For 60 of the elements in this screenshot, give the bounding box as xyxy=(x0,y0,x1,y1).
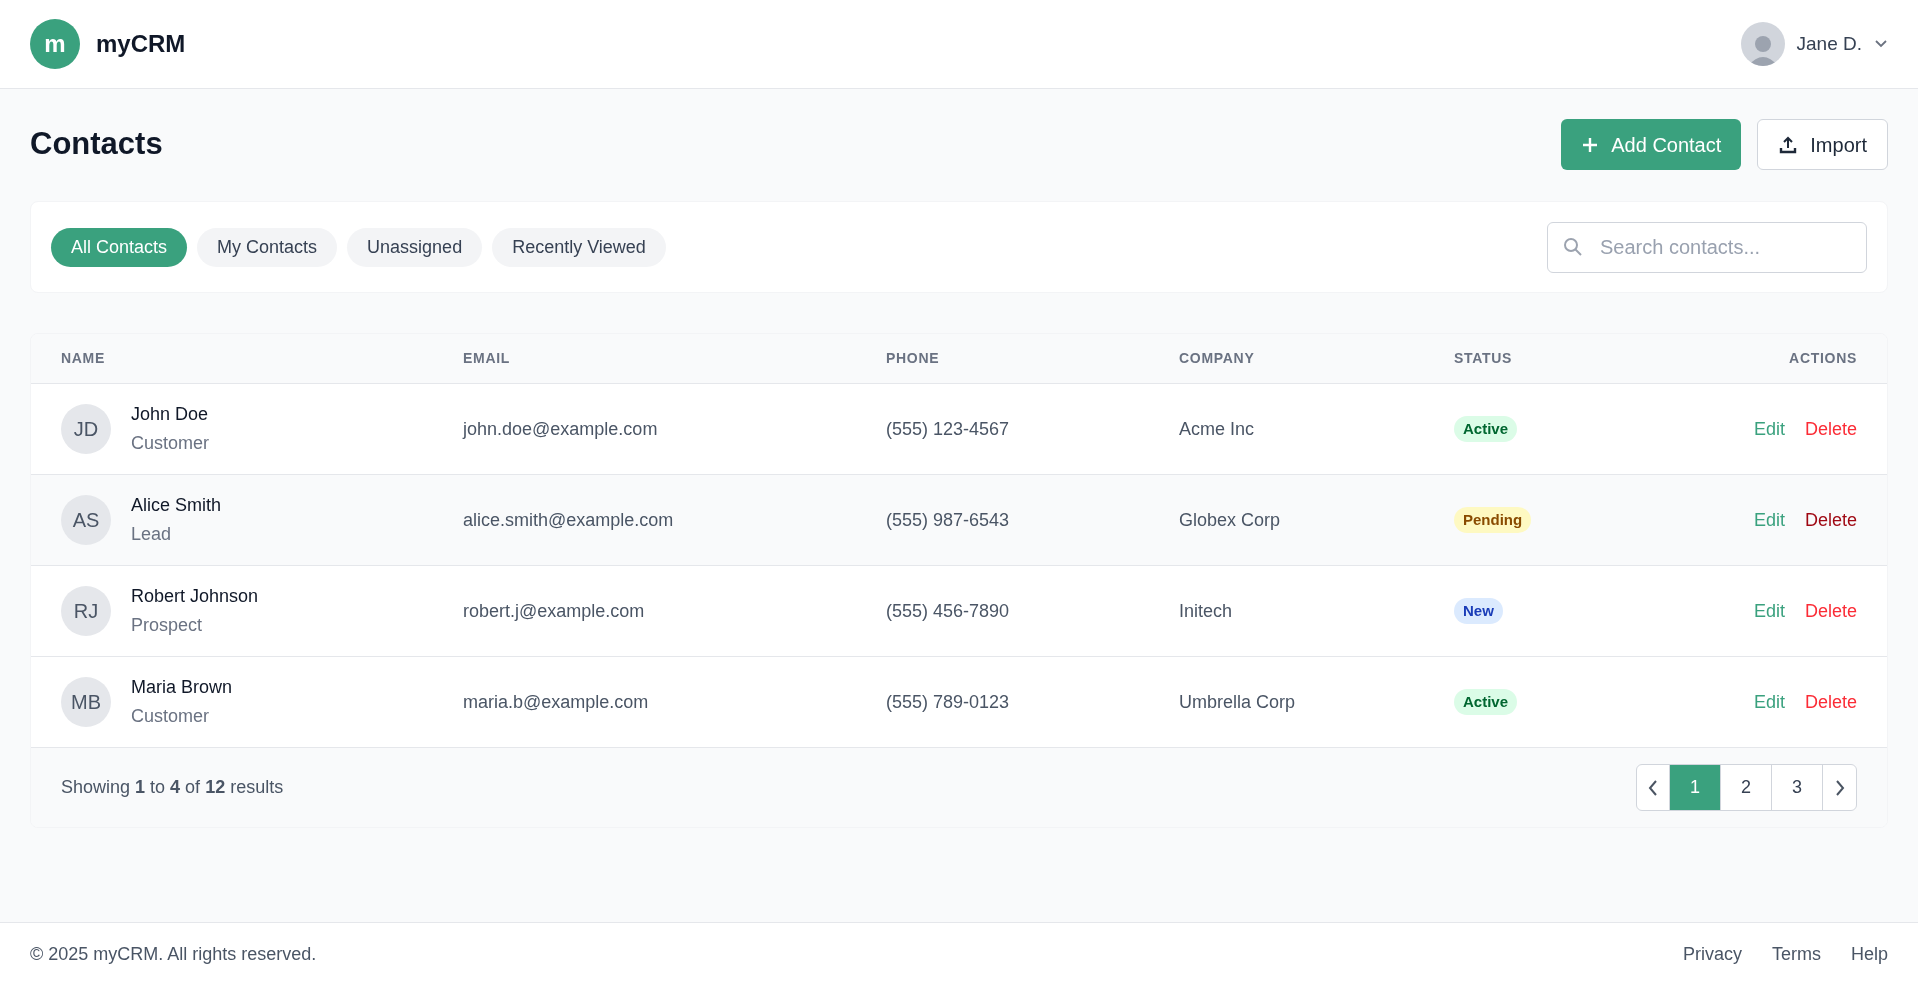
delete-link[interactable]: Delete xyxy=(1804,688,1857,716)
footer-link[interactable]: Terms xyxy=(1771,941,1821,968)
column-header: NAME xyxy=(61,349,107,368)
phone-cell-text: (555) 789-0123 xyxy=(886,690,1011,714)
user-menu[interactable]: Jane D. xyxy=(1740,22,1888,66)
avatar-initials: AS xyxy=(61,495,111,545)
contact-type: Customer xyxy=(131,432,210,455)
import-button[interactable]: Import xyxy=(1757,119,1888,170)
contact-type: Customer xyxy=(131,705,211,728)
chevron-right-icon xyxy=(1833,778,1846,797)
status-badge: Active xyxy=(1454,688,1518,716)
company-cell-text: Initech xyxy=(1179,599,1234,623)
contact-name: Alice Smith xyxy=(131,494,222,517)
delete-link[interactable]: Delete xyxy=(1804,597,1857,625)
status-badge: Pending xyxy=(1454,506,1532,534)
avatar-initials: RJ xyxy=(61,586,111,636)
search-field[interactable]: Search contacts... xyxy=(1547,221,1867,273)
footer-link[interactable]: Help xyxy=(1850,941,1888,968)
column-header: COMPANY xyxy=(1179,349,1256,368)
footer-link[interactable]: Privacy xyxy=(1682,941,1742,968)
delete-link[interactable]: Delete xyxy=(1804,506,1857,534)
column-header: EMAIL xyxy=(463,349,512,368)
contact-type: Lead xyxy=(131,523,173,546)
email-cell-text: maria.b@example.com xyxy=(463,690,650,714)
results-summary: Showing 1 to 4 of 12 results xyxy=(61,776,284,799)
contact-type: Prospect xyxy=(131,614,204,637)
avatar-icon xyxy=(1740,22,1785,66)
status-badge: New xyxy=(1454,597,1503,625)
app-name: myCRM xyxy=(96,29,186,59)
phone-cell-text: (555) 456-7890 xyxy=(886,599,1011,623)
contact-name: Robert Johnson xyxy=(131,585,259,608)
upload-icon xyxy=(1778,134,1799,155)
filter-tab[interactable]: My Contacts xyxy=(197,227,338,267)
search-icon xyxy=(1563,236,1583,257)
phone-cell-text: (555) 987-6543 xyxy=(886,508,1011,532)
page-title: Contacts xyxy=(30,125,163,164)
avatar-initials: JD xyxy=(61,404,111,454)
column-header: STATUS xyxy=(1454,349,1514,368)
email-cell-text: robert.j@example.com xyxy=(463,599,646,623)
logo: m xyxy=(30,19,80,69)
column-header: ACTIONS xyxy=(1788,349,1857,368)
phone-cell-text: (555) 123-4567 xyxy=(886,417,1011,441)
plus-icon xyxy=(1581,135,1600,154)
company-cell-text: Umbrella Corp xyxy=(1179,690,1297,714)
column-header: PHONE xyxy=(886,349,941,368)
filter-tab[interactable]: Unassigned xyxy=(347,227,483,267)
company-cell-text: Globex Corp xyxy=(1179,508,1282,532)
company-cell-text: Acme Inc xyxy=(1179,417,1256,441)
copyright-text: © 2025 myCRM. All rights reserved. xyxy=(30,943,317,966)
email-cell-text: alice.smith@example.com xyxy=(463,508,675,532)
delete-link[interactable]: Delete xyxy=(1804,415,1857,443)
contact-name: John Doe xyxy=(131,403,210,426)
contact-name: Maria Brown xyxy=(131,676,233,699)
chevron-down-icon xyxy=(1874,39,1888,49)
table-row[interactable]: AS Alice Smith Lead alice.smith@example.com (555) 987-6543 Globex Corp Pending Edit Delete xyxy=(31,475,1887,566)
email-cell-text: john.doe@example.com xyxy=(463,417,659,441)
avatar-initials: MB xyxy=(61,677,111,727)
filter-tab[interactable]: Recently Viewed xyxy=(492,227,666,267)
chevron-left-icon xyxy=(1647,778,1659,797)
status-badge: Active xyxy=(1454,415,1518,443)
